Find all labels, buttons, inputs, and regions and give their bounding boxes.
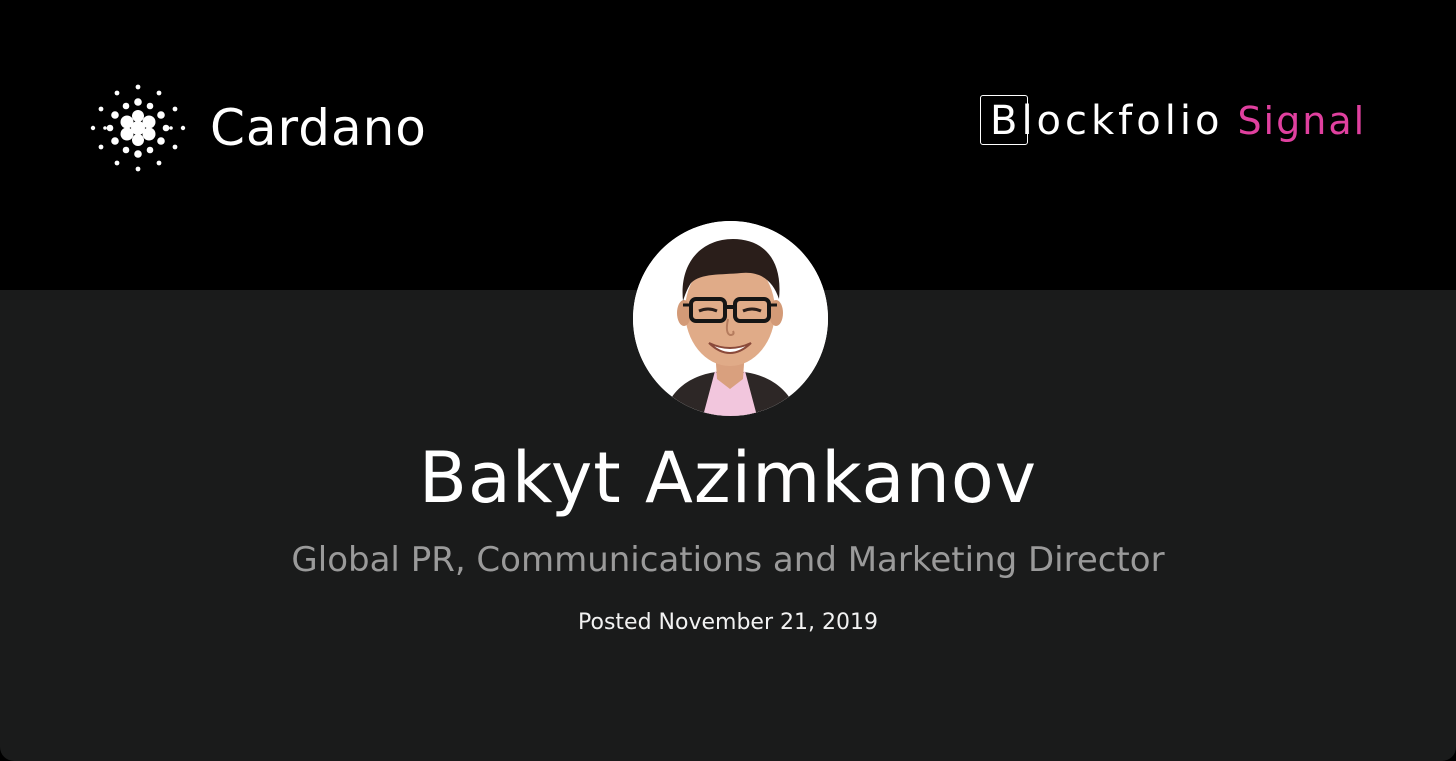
signal-wordmark: Signal [1237,99,1367,143]
blockfolio-wordmark: Blockfolio [980,95,1223,145]
blockfolio-signal-logo: Blockfolio Signal [980,94,1366,148]
profile-photo [633,221,828,416]
profile-role: Global PR, Communications and Marketing … [291,540,1165,580]
cardano-wordmark: Cardano [210,99,427,157]
cardano-logo-icon [90,84,186,172]
cardano-logo: Cardano [88,82,427,174]
blockfolio-frame-icon [980,95,1028,145]
posted-date: Posted November 21, 2019 [578,610,878,635]
profile-name: Bakyt Azimkanov [418,437,1038,519]
person-portrait-icon [633,221,828,416]
